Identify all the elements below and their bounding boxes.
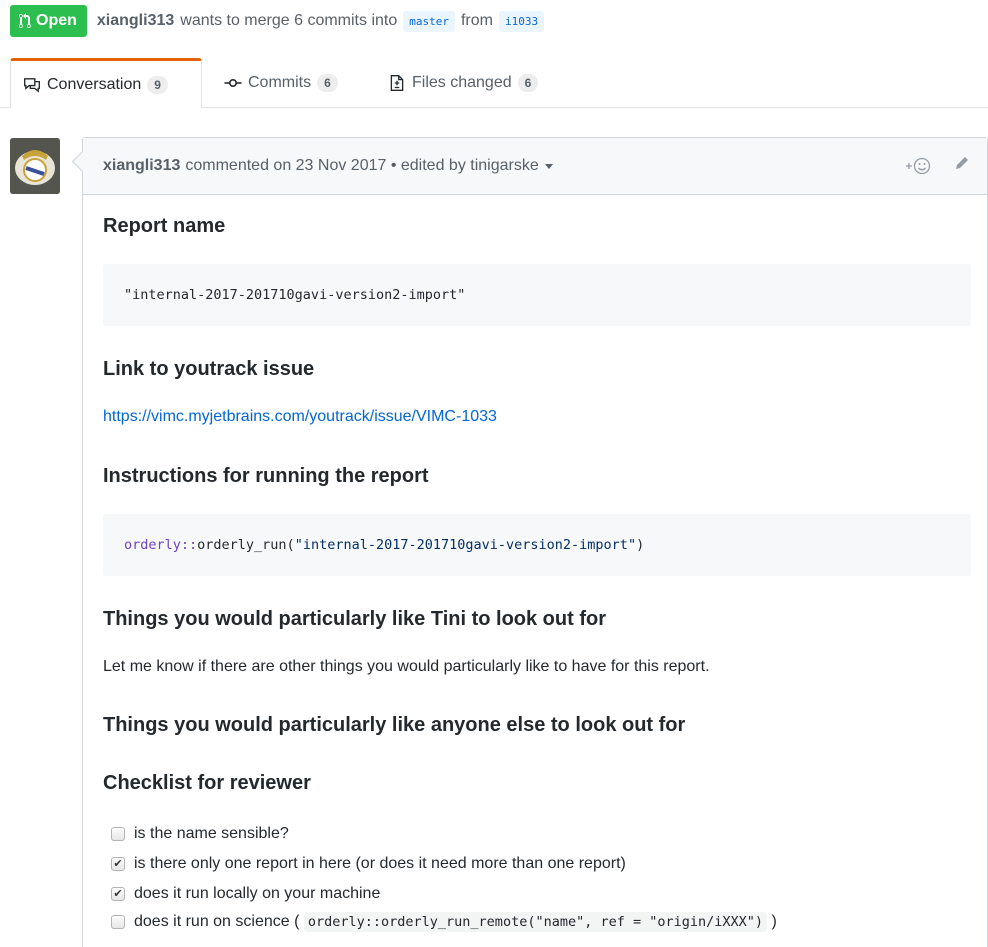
code-close: ): [636, 537, 645, 553]
pr-summary: wants to merge 6 commits into: [180, 12, 398, 29]
code-report-name: "internal-2017-201710gavi-version2-impor…: [124, 287, 466, 303]
pr-state-badge: Open: [10, 5, 87, 37]
heading-tini: Things you would particularly like Tini …: [103, 608, 606, 630]
comment-author-link[interactable]: xiangli313: [103, 157, 180, 175]
pencil-icon[interactable]: [953, 154, 971, 177]
heading-link: Link to youtrack issue: [103, 358, 315, 380]
tab-label: Files changed: [412, 74, 512, 91]
add-reaction-icon[interactable]: [905, 156, 931, 176]
paragraph-tini: Let me know if there are other things yo…: [103, 658, 710, 675]
task-label: does it run on science (: [134, 913, 300, 930]
comment-header: xiangli313 commented on 23 Nov 2017 • ed…: [83, 138, 987, 195]
tab-commits[interactable]: Commits 6: [224, 58, 338, 108]
tab-count: 6: [317, 74, 338, 92]
task-label: does it run locally on your machine: [134, 885, 381, 902]
tab-files-changed[interactable]: Files changed 6: [388, 58, 539, 108]
comment-box: xiangli313 commented on 23 Nov 2017 • ed…: [82, 137, 988, 947]
heading-anyone: Things you would particularly like anyon…: [103, 714, 686, 736]
pr-state-label: Open: [36, 12, 77, 29]
pr-header: Open xiangli313 wants to merge 6 commits…: [10, 5, 545, 37]
task-checkbox-checked[interactable]: ✔: [111, 887, 125, 901]
inline-code: orderly::orderly_run_remote("name", ref …: [303, 912, 768, 932]
task-item: is the name sensible?: [111, 825, 289, 843]
task-item: does it run on science ( orderly::orderl…: [111, 912, 777, 932]
task-checkbox[interactable]: [111, 827, 125, 841]
pr-meta: xiangli313 wants to merge 6 commits into…: [97, 10, 545, 32]
git-pull-request-icon: [19, 13, 31, 29]
base-branch[interactable]: master: [403, 10, 455, 32]
edit-history-dropdown[interactable]: [544, 163, 553, 169]
commit-icon: [224, 79, 242, 88]
task-checkbox[interactable]: [111, 915, 125, 929]
task-item: ✔ is there only one report in here (or d…: [111, 855, 626, 873]
code-block-instructions: orderly:: orderly_run("internal-2017-2017…: [103, 514, 971, 576]
tab-conversation[interactable]: Conversation 9: [10, 58, 202, 109]
code-function: orderly_run(: [197, 537, 295, 553]
tab-count: 6: [517, 74, 539, 92]
from-word: from: [460, 12, 493, 29]
heading-instructions: Instructions for running the report: [103, 465, 429, 487]
code-argument: "internal-2017-201710gavi-version2-impor…: [294, 537, 637, 553]
pr-author-link[interactable]: xiangli313: [97, 12, 174, 30]
tab-count: 9: [147, 75, 168, 94]
file-diff-icon: [390, 75, 404, 91]
heading-report-name: Report name: [103, 215, 226, 237]
task-checkbox-checked[interactable]: ✔: [111, 857, 125, 871]
task-label: is there only one report in here (or doe…: [134, 855, 626, 872]
comment-discussion-icon: [24, 77, 40, 93]
code-block-report-name: "internal-2017-201710gavi-version2-impor…: [103, 264, 971, 326]
heading-checklist: Checklist for reviewer: [103, 772, 311, 794]
youtrack-issue-link[interactable]: https://vimc.myjetbrains.com/youtrack/is…: [103, 408, 497, 426]
crest-icon: [10, 138, 60, 194]
task-label-with-code: does it run on science ( orderly::orderl…: [134, 912, 777, 932]
tab-label: Conversation: [47, 75, 142, 93]
task-label-after: ): [771, 913, 777, 930]
tab-label: Commits: [248, 74, 312, 91]
comment-actions: [905, 154, 971, 177]
comment-meta: commented on 23 Nov 2017 • edited by tin…: [185, 157, 539, 174]
head-branch[interactable]: i1033: [498, 10, 545, 32]
avatar[interactable]: [10, 138, 60, 194]
pr-tabs: Conversation 9 Commits 6 Files changed 6: [0, 58, 988, 109]
task-label: is the name sensible?: [134, 825, 289, 842]
task-item: ✔ does it run locally on your machine: [111, 885, 380, 903]
code-namespace: orderly::: [124, 537, 198, 553]
